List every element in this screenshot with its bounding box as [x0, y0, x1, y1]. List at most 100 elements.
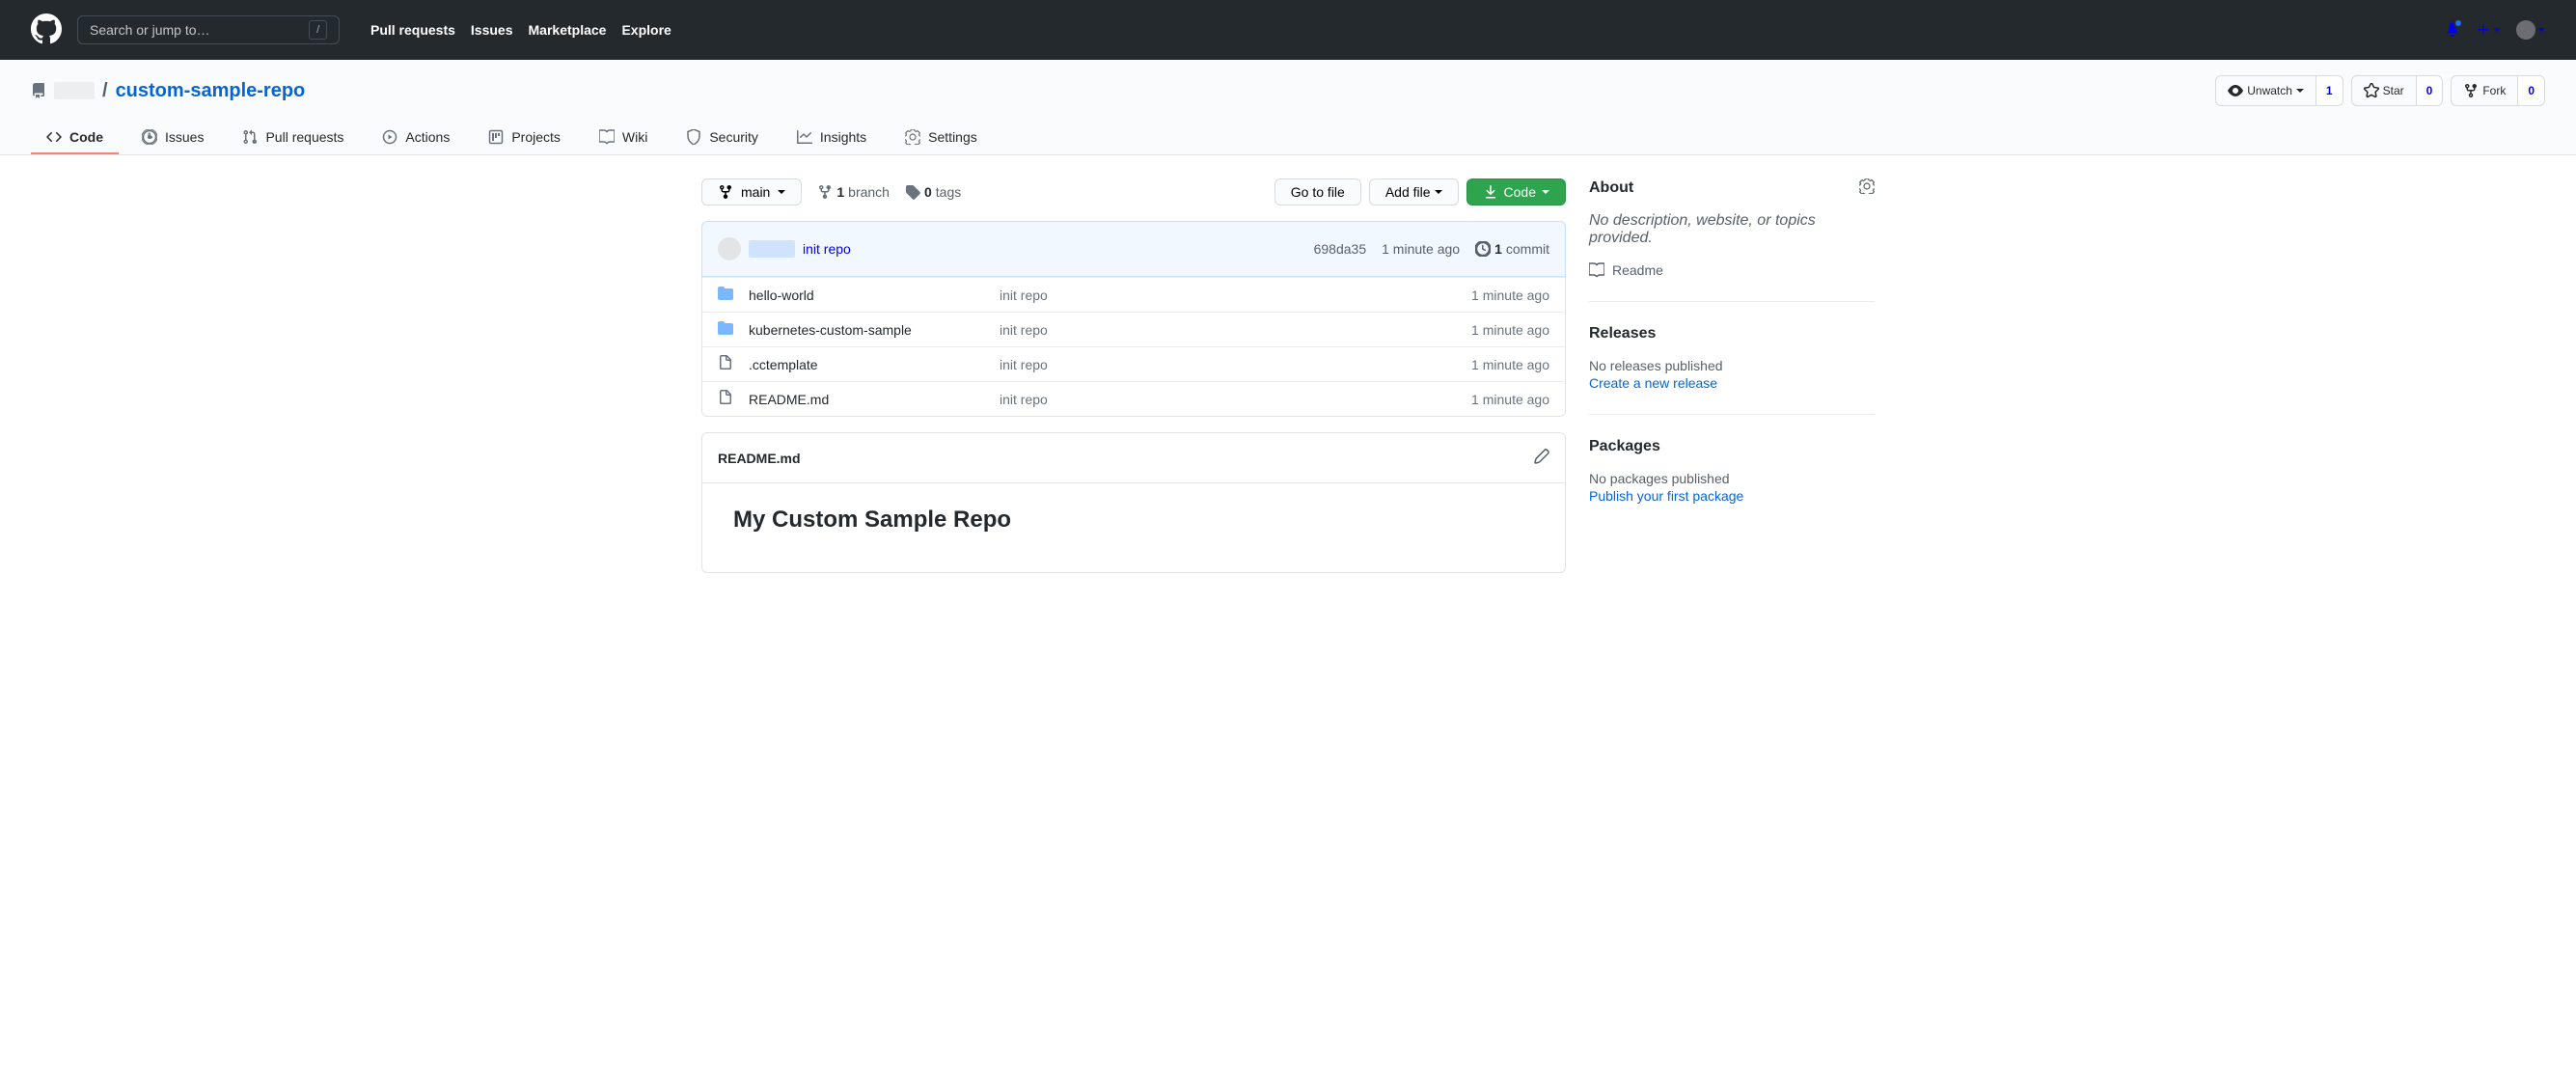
repo-name-link[interactable]: custom-sample-repo	[116, 80, 306, 102]
file-commit-msg[interactable]: init repo	[1000, 288, 1048, 303]
caret-down-icon	[2493, 28, 2501, 32]
star-button[interactable]: Star	[2351, 75, 2417, 106]
go-to-file-button[interactable]: Go to file	[1274, 178, 1361, 206]
create-new-menu[interactable]	[2476, 22, 2501, 38]
file-name-link[interactable]: .cctemplate	[749, 357, 818, 372]
notifications-button[interactable]	[2445, 21, 2460, 40]
branch-select-menu[interactable]: main	[701, 178, 802, 206]
file-name-link[interactable]: kubernetes-custom-sample	[749, 322, 912, 338]
commit-count-number: 1	[1494, 241, 1502, 257]
user-menu[interactable]	[2516, 20, 2545, 40]
tab-label: Actions	[405, 129, 450, 145]
current-branch: main	[741, 184, 770, 200]
tab-label: Projects	[511, 129, 561, 145]
tab-security[interactable]: Security	[671, 122, 774, 154]
file-icon	[718, 355, 733, 373]
create-release-link[interactable]: Create a new release	[1589, 375, 1717, 391]
publish-package-link[interactable]: Publish your first package	[1589, 488, 1743, 504]
header-nav: Pull requests Issues Marketplace Explore	[370, 22, 671, 38]
search-box[interactable]: /	[77, 15, 340, 44]
readme-heading: My Custom Sample Repo	[733, 507, 1534, 534]
github-logo[interactable]	[31, 14, 62, 47]
file-commit-msg[interactable]: init repo	[1000, 392, 1048, 407]
tab-projects[interactable]: Projects	[473, 122, 576, 154]
search-input[interactable]	[90, 22, 309, 38]
tab-label: Pull requests	[265, 129, 343, 145]
tab-label: Wiki	[622, 129, 647, 145]
add-file-button[interactable]: Add file	[1369, 178, 1459, 206]
watchers-count[interactable]: 1	[2316, 75, 2343, 106]
branch-word: branch	[848, 184, 890, 200]
tab-label: Code	[69, 129, 103, 145]
tab-label: Settings	[928, 129, 977, 145]
commits-link[interactable]: 1 commit	[1475, 241, 1549, 257]
tab-label: Issues	[165, 129, 204, 145]
star-label: Star	[2383, 81, 2404, 100]
tab-actions[interactable]: Actions	[367, 122, 465, 154]
about-heading: About	[1589, 179, 1633, 197]
tab-label: Insights	[820, 129, 866, 145]
tab-settings[interactable]: Settings	[890, 122, 993, 154]
repohead: / custom-sample-repo Unwatch 1 Star 0	[0, 60, 2576, 155]
file-tree-box: init repo 698da35 1 minute ago 1 commit …	[701, 221, 1566, 417]
commit-word: commit	[1506, 241, 1549, 257]
commit-message-link[interactable]: init repo	[803, 241, 851, 257]
forks-count[interactable]: 0	[2518, 75, 2545, 106]
caret-down-icon	[2537, 28, 2545, 32]
file-name-link[interactable]: README.md	[749, 392, 829, 407]
commit-age[interactable]: 1 minute ago	[1382, 241, 1460, 257]
readme-link-label: Readme	[1612, 262, 1663, 278]
readme-link[interactable]: Readme	[1589, 262, 1875, 278]
fork-button[interactable]: Fork	[2451, 75, 2518, 106]
branches-link[interactable]: 1 branch	[817, 184, 890, 200]
author-redacted[interactable]	[749, 240, 795, 258]
nav-issues[interactable]: Issues	[471, 22, 513, 38]
file-row: .cctemplateinit repo1 minute ago	[702, 346, 1565, 381]
file-age: 1 minute ago	[1471, 392, 1549, 407]
edit-readme-button[interactable]	[1534, 449, 1549, 467]
tab-issues[interactable]: Issues	[126, 122, 219, 154]
file-name-link[interactable]: hello-world	[749, 288, 814, 303]
releases-empty-text: No releases published	[1589, 358, 1875, 373]
nav-pull-requests[interactable]: Pull requests	[370, 22, 455, 38]
sidebar: About No description, website, or topics…	[1589, 178, 1875, 573]
file-commit-msg[interactable]: init repo	[1000, 357, 1048, 372]
watch-button[interactable]: Unwatch	[2215, 75, 2316, 106]
slash-key-hint: /	[309, 20, 327, 40]
releases-heading: Releases	[1589, 325, 1656, 343]
readme-filename[interactable]: README.md	[718, 451, 801, 466]
packages-empty-text: No packages published	[1589, 471, 1875, 486]
branch-count: 1	[836, 184, 844, 200]
stars-count[interactable]: 0	[2417, 75, 2444, 106]
file-age: 1 minute ago	[1471, 288, 1549, 303]
file-row: hello-world init repo 1 minute ago	[702, 277, 1565, 312]
user-avatar	[2516, 20, 2535, 40]
folder-icon	[718, 320, 733, 339]
caret-down-icon	[1435, 190, 1442, 194]
latest-commit-header: init repo 698da35 1 minute ago 1 commit	[701, 221, 1566, 277]
repo-tabs: Code Issues Pull requests Actions Projec…	[31, 122, 2545, 154]
file-row: kubernetes-custom-sample init repo 1 minut…	[702, 312, 1565, 346]
caret-down-icon	[778, 190, 785, 194]
tab-wiki[interactable]: Wiki	[584, 122, 663, 154]
tab-label: Security	[709, 129, 758, 145]
nav-explore[interactable]: Explore	[621, 22, 671, 38]
tab-insights[interactable]: Insights	[781, 122, 882, 154]
tags-link[interactable]: 0 tags	[905, 184, 961, 200]
packages-heading: Packages	[1589, 438, 1660, 455]
nav-marketplace[interactable]: Marketplace	[529, 22, 607, 38]
code-label: Code	[1504, 184, 1536, 200]
tab-code[interactable]: Code	[31, 122, 119, 154]
caret-down-icon	[1542, 190, 1549, 194]
tag-word: tags	[936, 184, 961, 200]
code-download-button[interactable]: Code	[1466, 178, 1566, 206]
about-settings-button[interactable]	[1859, 178, 1875, 197]
global-header: / Pull requests Issues Marketplace Explo…	[0, 0, 2576, 60]
file-age: 1 minute ago	[1471, 322, 1549, 338]
commit-sha-link[interactable]: 698da35	[1314, 241, 1367, 257]
author-avatar[interactable]	[718, 237, 741, 260]
tag-count: 0	[924, 184, 932, 200]
owner-redacted[interactable]	[54, 82, 95, 99]
tab-pull-requests[interactable]: Pull requests	[227, 122, 359, 154]
file-commit-msg[interactable]: init repo	[1000, 322, 1048, 338]
